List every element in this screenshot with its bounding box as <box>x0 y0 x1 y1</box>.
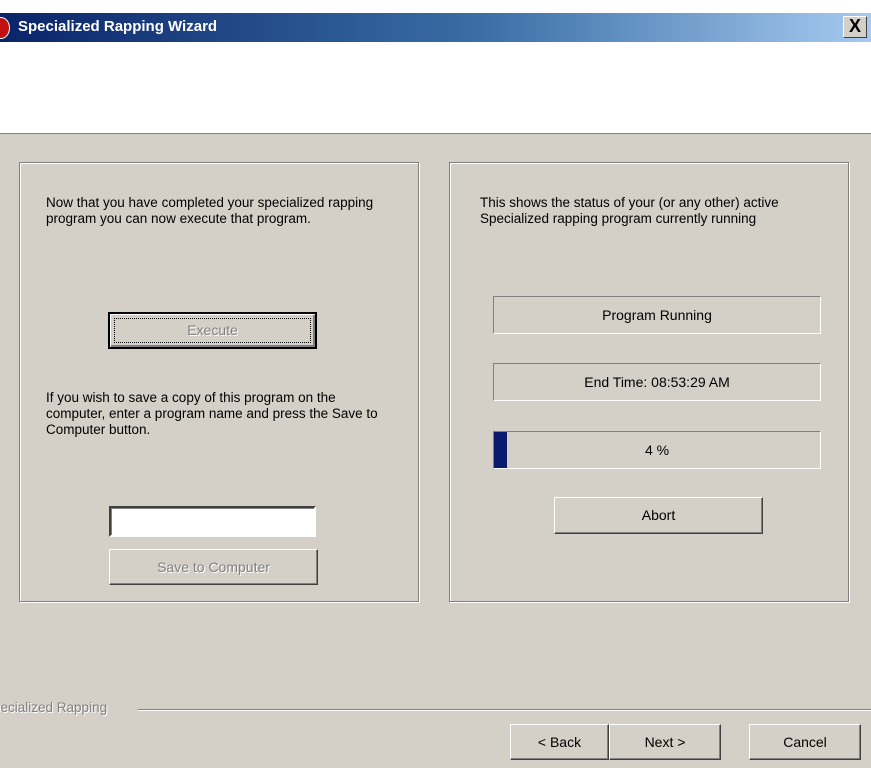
close-button[interactable]: X <box>843 16 867 38</box>
separator-line <box>138 709 871 711</box>
back-button[interactable]: < Back <box>510 724 609 760</box>
title-bar: Specialized Rapping Wizard X <box>0 13 871 42</box>
status-instructions: This shows the status of your (or any ot… <box>480 195 779 226</box>
status-panel: This shows the status of your (or any ot… <box>449 162 849 602</box>
progress-bar: 4 % <box>493 431 821 469</box>
save-to-computer-button[interactable]: Save to Computer <box>109 549 318 585</box>
abort-button[interactable]: Abort <box>554 497 763 534</box>
progress-percent-label: 4 % <box>644 442 670 458</box>
status-display: Program Running <box>493 296 821 334</box>
focus-ring <box>114 318 311 343</box>
window-title: Specialized Rapping Wizard <box>18 18 218 35</box>
save-instructions: If you wish to save a copy of this progr… <box>46 390 378 437</box>
wizard-body: Now that you have completed your special… <box>0 133 871 768</box>
execute-panel: Now that you have completed your special… <box>19 162 419 602</box>
wizard-header <box>0 42 871 133</box>
cancel-button[interactable]: Cancel <box>749 724 861 760</box>
execute-instructions: Now that you have completed your special… <box>46 195 374 226</box>
end-time-display: End Time: 08:53:29 AM <box>493 363 821 401</box>
group-label: Specialized Rapping <box>0 700 108 715</box>
app-icon <box>0 17 10 39</box>
progress-bar-fill <box>494 432 508 468</box>
next-button[interactable]: Next > <box>609 724 721 760</box>
execute-button[interactable]: Execute <box>108 312 317 349</box>
program-name-input[interactable] <box>109 506 316 537</box>
